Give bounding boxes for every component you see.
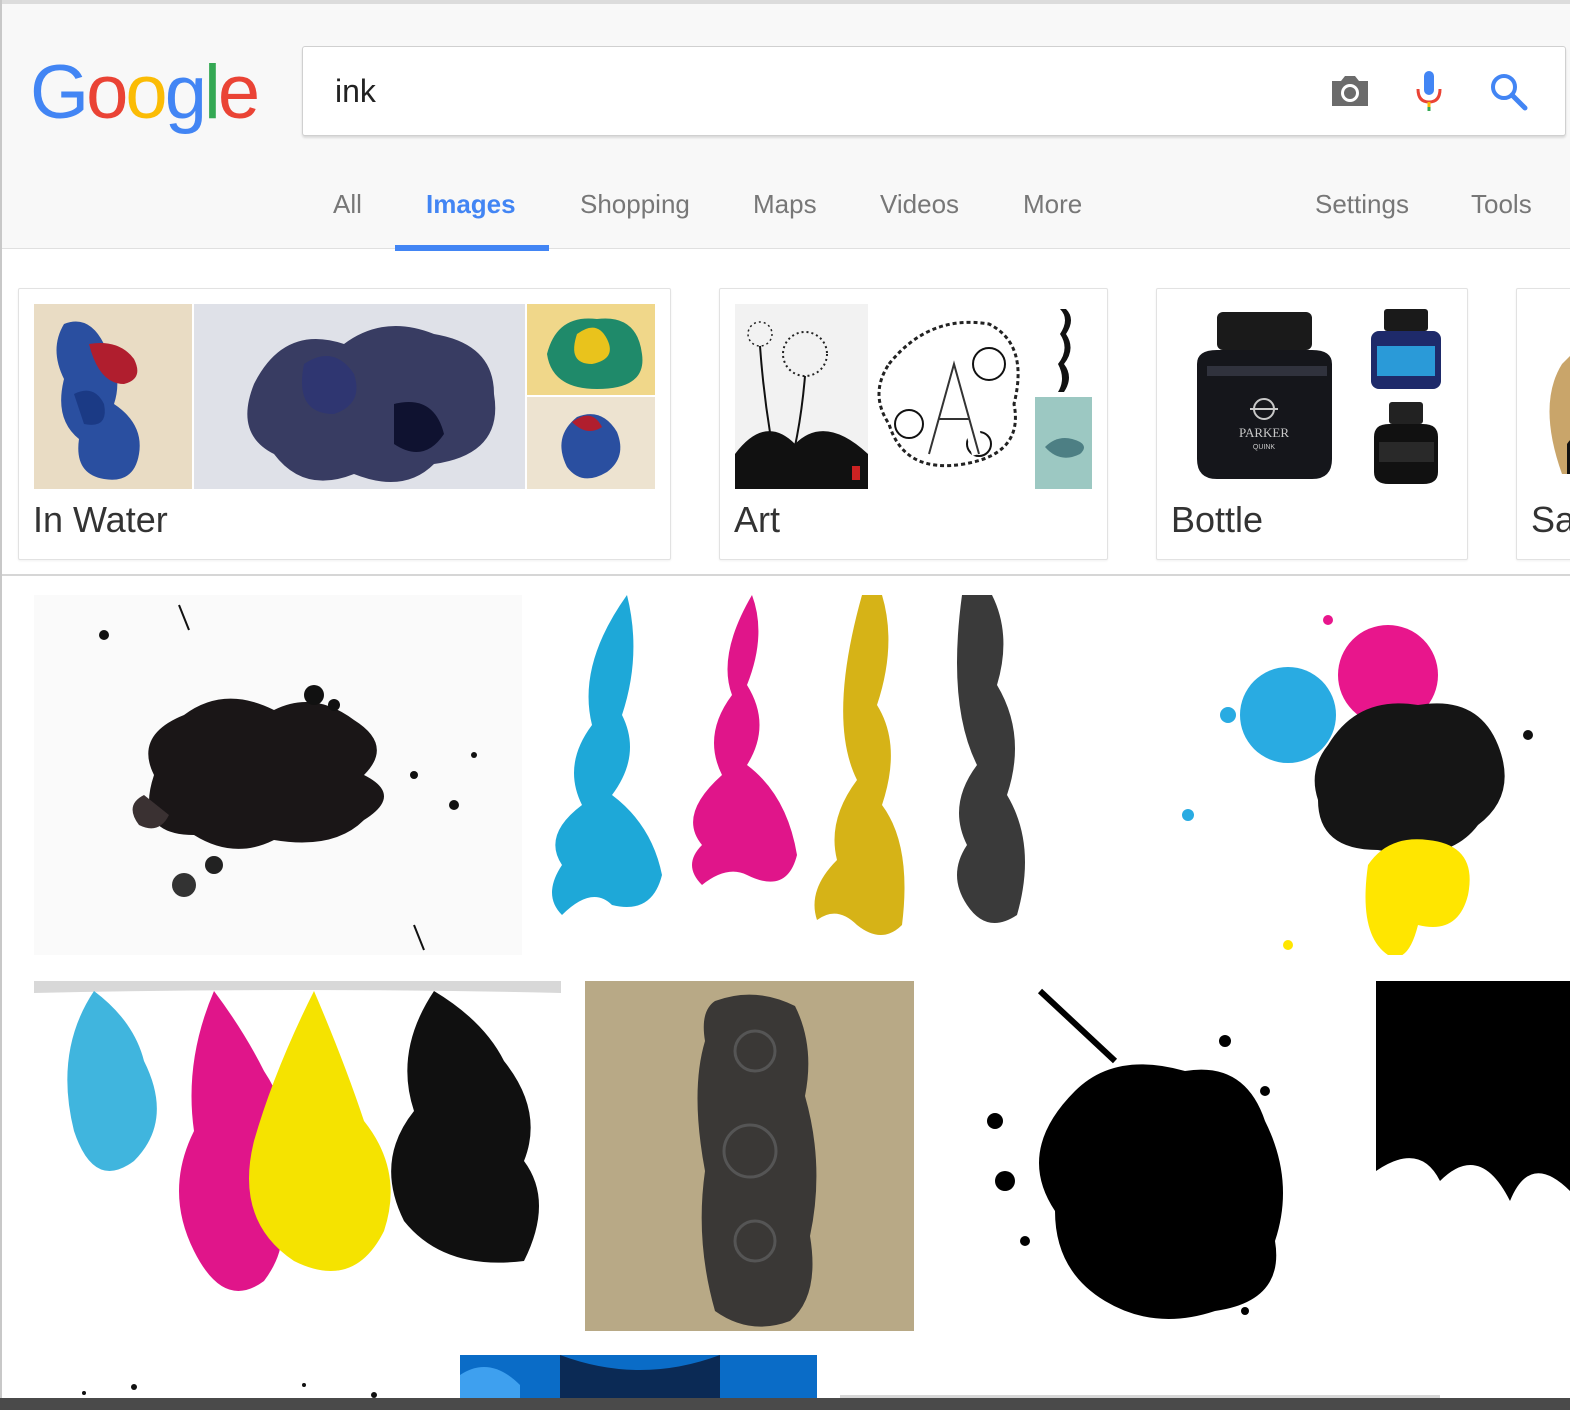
- image-result-partial-splash[interactable]: [34, 1355, 454, 1400]
- logo-letter: G: [30, 50, 89, 135]
- tab-images[interactable]: Images: [426, 189, 516, 220]
- in-water-thumbnail: [527, 397, 655, 489]
- art-thumbnail: [1035, 304, 1092, 394]
- image-result-blue-ink[interactable]: [460, 1355, 817, 1400]
- logo-letter: e: [217, 50, 260, 135]
- settings-link[interactable]: Settings: [1315, 189, 1409, 220]
- tab-more[interactable]: More: [1023, 189, 1082, 220]
- logo-letter: o: [86, 50, 128, 135]
- related-card-partial[interactable]: Sa: [1516, 288, 1570, 560]
- logo-letter: g: [164, 50, 207, 135]
- image-result-cmyk-splash[interactable]: [1128, 595, 1570, 955]
- art-thumbnail: [869, 304, 1034, 489]
- search-box: [302, 46, 1566, 136]
- image-result-ink-stick[interactable]: [585, 981, 914, 1331]
- tools-link[interactable]: Tools: [1471, 189, 1532, 220]
- search-input[interactable]: [333, 67, 1297, 115]
- logo-letter: l: [203, 50, 221, 135]
- google-logo[interactable]: Google: [30, 48, 260, 138]
- bottle-brand-text: PARKER: [1239, 425, 1289, 440]
- related-card-bottle[interactable]: PARKER QUINK Bottle: [1156, 288, 1468, 560]
- in-water-thumbnail: [527, 304, 655, 395]
- bottle-thumbnail: [1359, 304, 1452, 395]
- related-card-label: Sa: [1531, 499, 1570, 540]
- bottle-thumbnail: PARKER QUINK: [1172, 304, 1357, 489]
- active-tab-indicator: [395, 245, 549, 251]
- related-card-label: In Water: [33, 499, 168, 540]
- image-result-cmyk-underwater[interactable]: [34, 981, 561, 1331]
- art-thumbnail: [735, 304, 868, 489]
- related-card-art[interactable]: Art: [719, 288, 1108, 560]
- tab-all[interactable]: All: [333, 189, 362, 220]
- window-left-border: [0, 0, 2, 1410]
- in-water-thumbnail: [194, 304, 525, 489]
- image-result-black-brush[interactable]: [1376, 981, 1570, 1331]
- logo-letter: o: [125, 50, 167, 135]
- search-header: Google All Images Shopping Maps Videos M…: [2, 4, 1570, 251]
- search-icon[interactable]: [1485, 67, 1533, 115]
- bottle-thumbnail: [1359, 397, 1452, 489]
- tab-shopping[interactable]: Shopping: [580, 189, 690, 220]
- related-card-label: Art: [734, 499, 781, 540]
- related-card-in-water[interactable]: In Water: [18, 288, 671, 560]
- partial-thumbnail: [1532, 304, 1570, 489]
- tab-maps[interactable]: Maps: [753, 189, 817, 220]
- image-result-black-splat[interactable]: [965, 981, 1295, 1331]
- microphone-icon[interactable]: [1405, 67, 1453, 115]
- related-card-label: Bottle: [1171, 499, 1264, 540]
- tab-videos[interactable]: Videos: [880, 189, 959, 220]
- image-result-cmyk-drops[interactable]: [552, 595, 1100, 955]
- art-thumbnail: [1035, 397, 1092, 489]
- bottle-product-text: QUINK: [1253, 444, 1276, 451]
- camera-icon[interactable]: [1326, 67, 1374, 115]
- window-bottom-edge: [0, 1398, 1570, 1410]
- image-result-black-splash[interactable]: [34, 595, 522, 955]
- in-water-thumbnail: [34, 304, 192, 489]
- section-divider: [0, 574, 1570, 576]
